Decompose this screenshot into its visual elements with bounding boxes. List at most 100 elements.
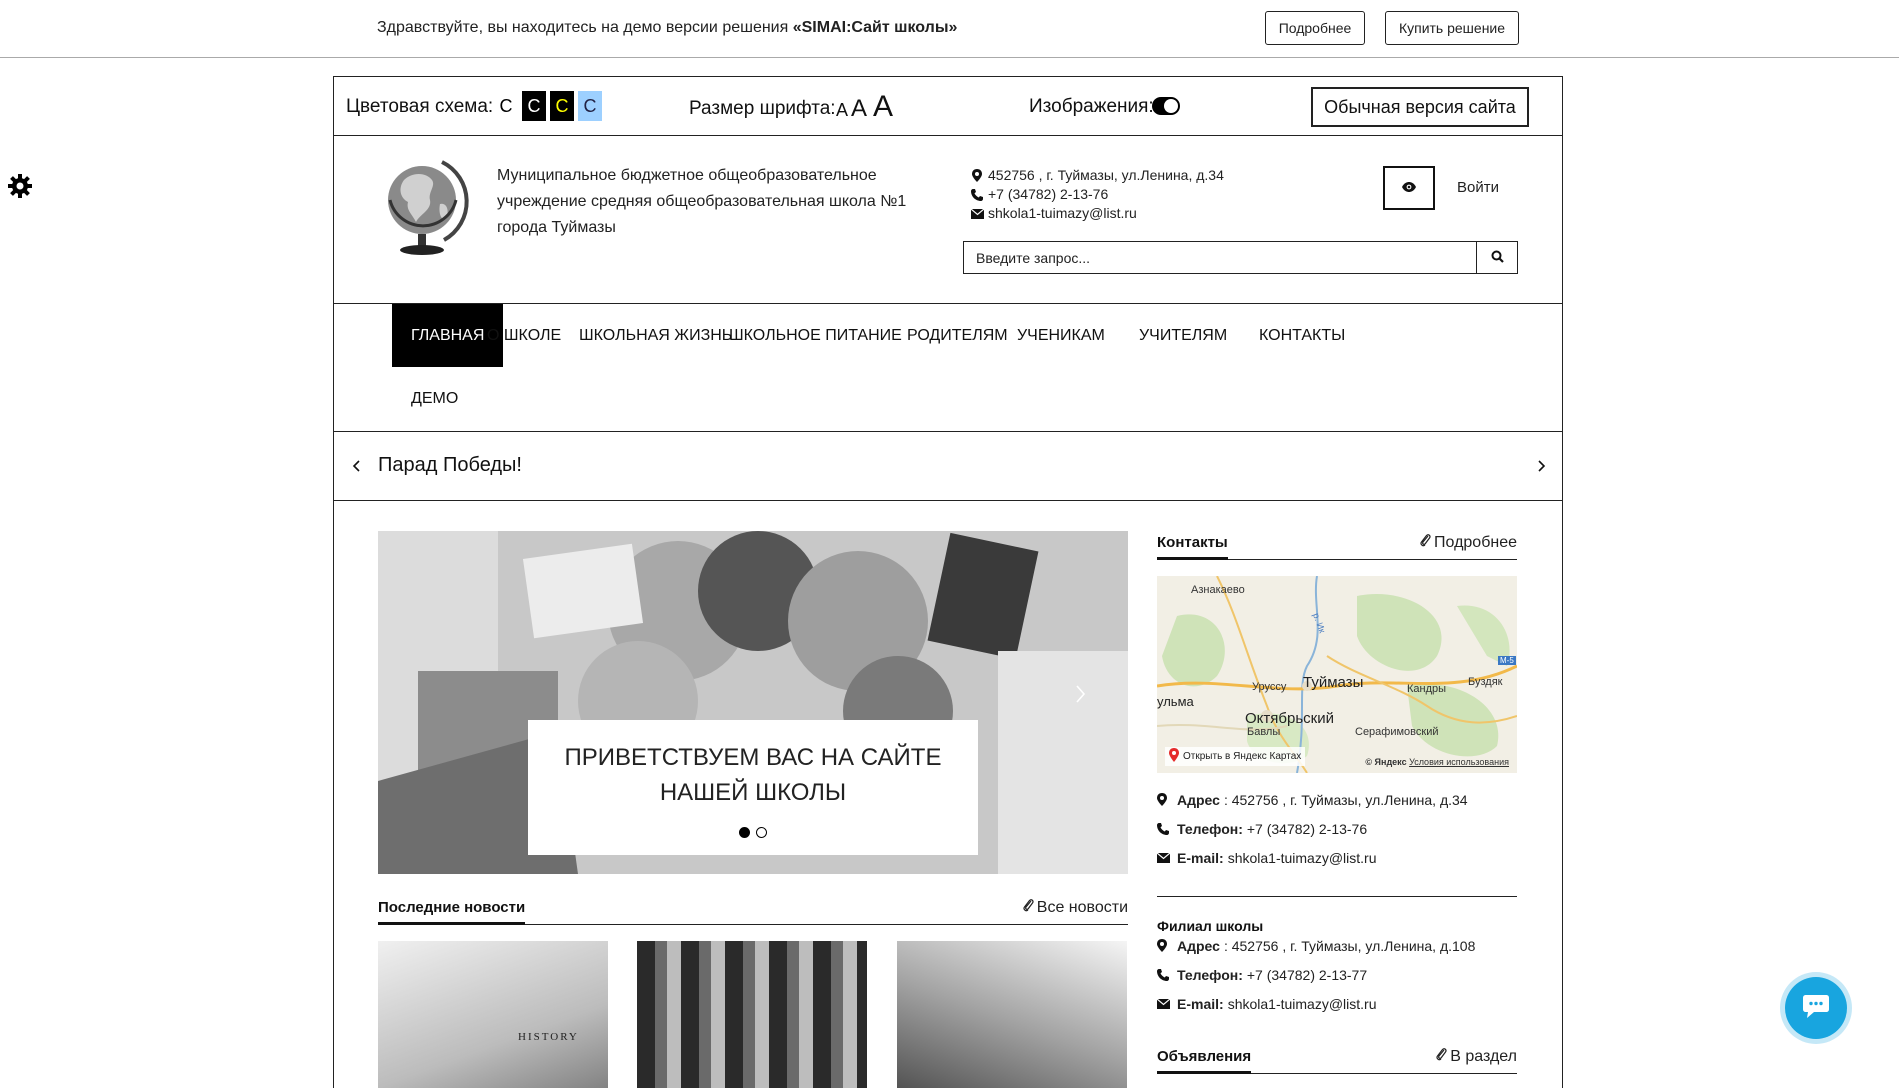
main-address-row: Адрес : 452756 , г. Туймазы, ул.Ленина, …: [1157, 785, 1517, 814]
nav-item-students[interactable]: УЧЕНИКАМ: [998, 304, 1124, 367]
login-link[interactable]: Войти: [1457, 179, 1499, 196]
news-image-3[interactable]: [897, 941, 1127, 1088]
branch-email-row: E-mail: shkola1-tuimazy@list.ru: [1157, 989, 1517, 1018]
site-frame: Цветовая схема: C C C C Размер шрифта: A…: [333, 76, 1563, 1088]
news-image-1-book-text: HISTORY: [518, 1031, 579, 1043]
demo-more-button[interactable]: Подробнее: [1265, 11, 1365, 45]
hero-dot-2[interactable]: [756, 827, 767, 838]
search-button[interactable]: [1476, 242, 1517, 273]
map-label-aznakaevo: Азнакаево: [1191, 584, 1245, 596]
branch-email-label: E-mail:: [1177, 995, 1224, 1012]
map-marker-icon: [1157, 939, 1177, 952]
map-label-buzdyak: Буздяк: [1468, 676, 1503, 688]
main-phone[interactable]: +7 (34782) 2-13-76: [1247, 821, 1367, 837]
settings-gear-icon[interactable]: [6, 172, 34, 200]
map-marker-icon: [966, 169, 988, 182]
news-image-2[interactable]: [637, 941, 867, 1088]
ads-section-title[interactable]: Объявления: [1157, 1048, 1252, 1074]
main-email-row: E-mail: shkola1-tuimazy@list.ru: [1157, 843, 1517, 872]
font-size-large[interactable]: A: [873, 90, 893, 124]
branch-contacts-info: Адрес : 452756 , г. Туймазы, ул.Ленина, …: [1157, 931, 1517, 1018]
header-email-row: shkola1-tuimazy@list.ru: [966, 204, 1224, 223]
news-image-1[interactable]: HISTORY: [378, 941, 608, 1088]
branch-email[interactable]: shkola1-tuimazy@list.ru: [1228, 996, 1377, 1012]
news-section-header: Последние новости Все новости: [378, 895, 1128, 925]
phone-icon: [1157, 968, 1177, 981]
branch-phone-row: Телефон: +7 (34782) 2-13-77: [1157, 960, 1517, 989]
color-scheme-black[interactable]: C: [522, 91, 546, 121]
nav-item-demo[interactable]: ДЕМО: [392, 367, 477, 430]
chat-widget-button[interactable]: [1785, 977, 1847, 1039]
demo-product-name: «SIMAI:Сайт школы»: [792, 19, 958, 36]
branch-phone-label: Телефон:: [1177, 966, 1243, 983]
envelope-icon: [966, 208, 988, 219]
map-label-serafimovsky: Серафимовский: [1355, 726, 1439, 738]
open-in-yandex-maps-link[interactable]: Открыть в Яндекс Картах: [1165, 747, 1306, 766]
news-section-title[interactable]: Последние новости: [378, 899, 526, 925]
color-scheme-yellow[interactable]: C: [550, 91, 574, 121]
hero-next-chevron-icon[interactable]: [1076, 685, 1086, 708]
announcement-slider: Парад Победы!: [334, 432, 1562, 501]
color-scheme-white[interactable]: C: [494, 91, 518, 121]
main-contacts-info: Адрес : 452756 , г. Туймазы, ул.Ленина, …: [1157, 785, 1517, 872]
demo-notice-text: Здравствуйте, вы находитесь на демо верс…: [377, 19, 793, 36]
paperclip-icon: [1023, 898, 1034, 917]
ads-section-link[interactable]: В раздел: [1436, 1047, 1517, 1066]
map-label-kandry: Кандры: [1407, 683, 1447, 695]
map-label-tuimazy: Туймазы: [1303, 674, 1364, 691]
font-size-small[interactable]: A: [836, 100, 848, 121]
nav-item-teachers[interactable]: УЧИТЕЛЯМ: [1120, 304, 1246, 367]
slider-next-chevron-icon[interactable]: [1532, 454, 1552, 478]
nav-item-contacts[interactable]: КОНТАКТЫ: [1240, 304, 1364, 367]
contacts-section-title[interactable]: Контакты: [1157, 534, 1228, 560]
map-label-bavly: Бавлы: [1247, 726, 1281, 738]
contacts-more-link[interactable]: Подробнее: [1420, 533, 1517, 552]
all-news-label: Все новости: [1036, 898, 1128, 916]
slider-prev-chevron-icon[interactable]: [346, 454, 366, 478]
main-phone-row: Телефон: +7 (34782) 2-13-76: [1157, 814, 1517, 843]
header-address: 452756 , г. Туймазы, ул.Ленина, д.34: [988, 167, 1224, 183]
map-label-oktyabrsky: Октябрьский: [1245, 710, 1334, 727]
header-email[interactable]: shkola1-tuimazy@list.ru: [988, 204, 1137, 223]
color-scheme-blue[interactable]: C: [578, 91, 602, 121]
map-pin-icon: [1169, 748, 1179, 765]
main-email-label: E-mail:: [1177, 849, 1224, 866]
all-news-link[interactable]: Все новости: [1023, 898, 1128, 917]
envelope-icon: [1157, 998, 1177, 1009]
normal-version-button[interactable]: Обычная версия сайта: [1311, 87, 1529, 127]
ads-section-header: Объявления В раздел: [1157, 1044, 1517, 1074]
slider-title[interactable]: Парад Победы!: [378, 454, 522, 477]
chat-bubble-icon: [1802, 993, 1830, 1024]
phone-icon: [966, 188, 988, 201]
images-label: Изображения:: [1029, 96, 1154, 117]
branch-phone[interactable]: +7 (34782) 2-13-77: [1247, 967, 1367, 983]
visually-impaired-button[interactable]: [1383, 166, 1435, 210]
phone-icon: [1157, 822, 1177, 835]
envelope-icon: [1157, 852, 1177, 863]
paperclip-icon: [1420, 533, 1431, 552]
main-email[interactable]: shkola1-tuimazy@list.ru: [1228, 850, 1377, 866]
main-nav: ГЛАВНАЯ О ШКОЛЕ ШКОЛЬНАЯ ЖИЗНЬ ШКОЛЬНОЕ …: [334, 304, 1562, 432]
yandex-map[interactable]: Азнакаево Туймазы Октябрьский Уруссу Кан…: [1157, 576, 1517, 773]
hero-banner[interactable]: ПРИВЕТСТВУЕМ ВАС НА САЙТЕ НАШЕЙ ШКОЛЫ: [378, 531, 1128, 874]
branch-address: : 452756 , г. Туймазы, ул.Ленина, д.108: [1223, 937, 1476, 954]
hero-pagination: [528, 827, 978, 838]
map-copyright-text: © Яндекс: [1365, 757, 1407, 767]
demo-bar: Здравствуйте, вы находитесь на демо верс…: [0, 0, 1899, 58]
map-terms-link[interactable]: Условия использования: [1409, 757, 1509, 767]
branch-address-row: Адрес : 452756 , г. Туймазы, ул.Ленина, …: [1157, 931, 1517, 960]
search-icon: [1491, 250, 1504, 266]
header-phone[interactable]: +7 (34782) 2-13-76: [988, 185, 1108, 204]
images-toggle[interactable]: [1152, 97, 1180, 115]
buy-solution-button[interactable]: Купить решение: [1385, 11, 1519, 45]
search-form: [963, 241, 1518, 274]
hero-dot-1[interactable]: [739, 827, 750, 838]
font-size-label: Размер шрифта:: [689, 98, 836, 119]
eye-icon: [1402, 179, 1416, 197]
header-address-row: 452756 , г. Туймазы, ул.Ленина, д.34: [966, 166, 1224, 185]
search-input[interactable]: [964, 242, 1476, 273]
school-name[interactable]: Муниципальное бюджетное общеобразователь…: [497, 163, 937, 241]
font-size-medium[interactable]: A: [851, 95, 867, 123]
globe-logo[interactable]: [382, 154, 472, 258]
contacts-divider: [1157, 896, 1517, 897]
